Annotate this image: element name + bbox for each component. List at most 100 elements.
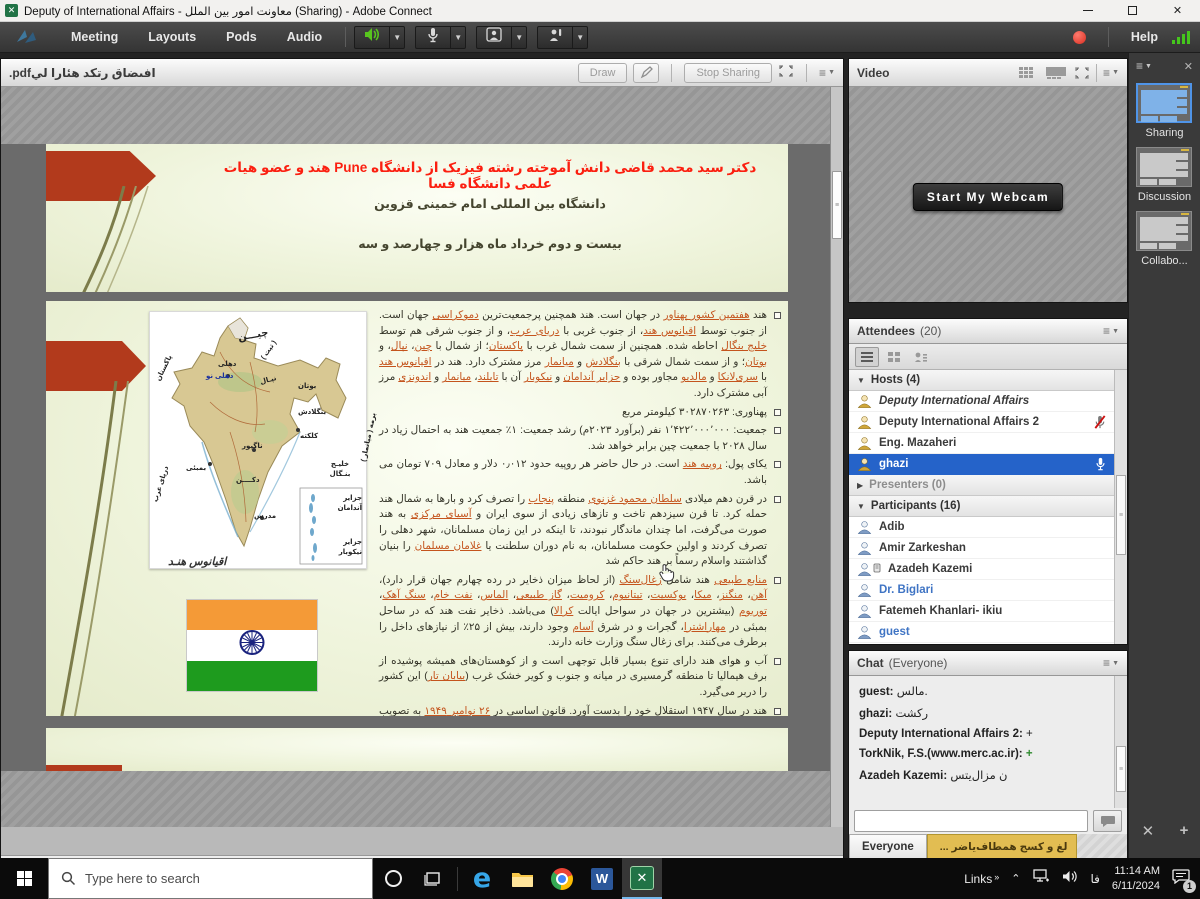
layout-item-sharing[interactable]: Sharing [1136, 83, 1194, 139]
taskbar-search[interactable]: Type here to search [48, 858, 373, 899]
restore-button[interactable] [1110, 0, 1155, 22]
edge-taskbar-icon[interactable]: e [462, 858, 502, 899]
attendee-row[interactable]: Deputy International Affairs 2 [849, 412, 1114, 433]
share-scrollbar[interactable]: ≡ [830, 87, 843, 827]
webcam-dropdown[interactable]: ▼ [512, 26, 527, 49]
video-pod-menu-icon[interactable]: ≡▼ [1103, 66, 1119, 80]
layout-item-collabo[interactable]: Collabo... [1136, 211, 1194, 267]
attendee-row[interactable]: Eng. Mazaheri [849, 433, 1114, 454]
mic-active-icon[interactable] [1095, 457, 1106, 471]
start-webcam-button[interactable]: Start My Webcam [913, 183, 1063, 211]
window-titlebar: ✕ Deputy of International Affairs - معاو… [0, 0, 1200, 22]
filmstrip-view-icon[interactable] [1045, 66, 1067, 80]
help-menu[interactable]: Help [1131, 30, 1158, 44]
attendee-row[interactable]: Fatemeh Khanlari- ikiu [849, 601, 1114, 622]
draw-button[interactable]: Draw [578, 63, 628, 83]
adobe-connect-taskbar-icon[interactable]: ✕ [622, 858, 662, 899]
volume-icon[interactable] [1062, 870, 1078, 888]
rail-add-layout-icon[interactable]: + [1180, 822, 1189, 840]
attendee-row[interactable]: Dr. Biglari [849, 580, 1114, 601]
minimize-button[interactable] [1065, 0, 1110, 22]
menu-meeting[interactable]: Meeting [56, 22, 133, 52]
links-toolbar[interactable]: Links» [964, 872, 999, 886]
close-button[interactable]: ✕ [1155, 0, 1200, 22]
webcam-button[interactable]: ▼ [476, 26, 527, 49]
rail-close-icon[interactable]: ✕ [1184, 60, 1193, 73]
attendee-row[interactable]: guest [849, 622, 1114, 643]
raise-hand-button[interactable]: ▼ [537, 26, 588, 49]
chat-scrollbar-thumb[interactable]: ≡ [1116, 746, 1126, 792]
document-viewport[interactable]: دکتر سید محمد قاضی دانش آموخته رشته فیزی… [1, 144, 830, 771]
grid-view-icon[interactable] [1018, 66, 1038, 80]
share-scrollbar-thumb[interactable]: ≡ [832, 171, 842, 239]
map-label-deccan: دکــــن [236, 476, 260, 484]
microphone-dropdown[interactable]: ▼ [451, 26, 466, 49]
chat-sender: TorkNik, F.S.(www.merc.ac.ir): [859, 748, 1023, 760]
chat-tab-everyone[interactable]: Everyone [849, 834, 927, 858]
word-taskbar-icon[interactable]: W [582, 858, 622, 899]
task-view-button[interactable] [413, 858, 453, 899]
taskbar-clock[interactable]: 11:14 AM 6/11/2024 [1112, 864, 1160, 894]
chat-pod-menu-icon[interactable]: ≡▼ [1103, 656, 1119, 670]
layout-thumbnail[interactable] [1136, 211, 1192, 251]
chat-tab-private[interactable]: ... رضای‌فاطمه جسک و غل [927, 834, 1077, 858]
attendee-row[interactable]: Amir Zarkeshan [849, 538, 1114, 559]
attendees-pod-menu-icon[interactable]: ≡▼ [1103, 324, 1119, 338]
pointer-pen-icon[interactable] [633, 63, 659, 83]
attendees-scrollbar[interactable]: ≡ [1114, 370, 1127, 644]
participant-icon [857, 625, 872, 640]
start-button[interactable] [0, 858, 48, 899]
attendee-row[interactable]: Deputy International Affairs [849, 391, 1114, 412]
raise-hand-dropdown[interactable]: ▼ [573, 26, 588, 49]
microphone-button[interactable]: ▼ [415, 26, 466, 49]
attendee-list-view-icon[interactable] [855, 347, 879, 367]
speech-bubble-icon [1100, 815, 1116, 828]
speaker-button[interactable]: ▼ [354, 26, 405, 49]
cortana-button[interactable] [373, 858, 413, 899]
chat-scope: (Everyone) [889, 656, 948, 670]
video-fullscreen-icon[interactable] [1074, 66, 1090, 80]
hidden-icons-chevron[interactable]: ⌃ [1011, 872, 1020, 885]
speaker-dropdown[interactable]: ▼ [390, 26, 405, 49]
adobe-connect-logo-icon [0, 22, 56, 52]
network-icon[interactable] [1032, 869, 1050, 888]
adobe-connect-window: ✕ Deputy of International Affairs - معاو… [0, 0, 1200, 899]
layout-item-discussion[interactable]: Discussion [1136, 147, 1194, 203]
rail-menu-icon[interactable]: ≡▼ [1136, 59, 1152, 73]
mic-blocked-icon[interactable] [1094, 415, 1106, 430]
menu-pods[interactable]: Pods [211, 22, 272, 52]
layout-thumbnail[interactable] [1136, 147, 1192, 187]
attendee-group-header[interactable]: ▼Hosts (4) [849, 370, 1114, 391]
attendees-scrollbar-thumb[interactable]: ≡ [1116, 475, 1126, 555]
attendee-row[interactable]: Adib [849, 517, 1114, 538]
chat-message-input[interactable] [854, 810, 1088, 832]
language-indicator[interactable]: فا [1090, 872, 1099, 886]
rail-tools-icon[interactable]: ✕ [1142, 822, 1155, 840]
menu-audio[interactable]: Audio [272, 22, 337, 52]
bullet-marker-icon [774, 577, 781, 584]
slide-1: دکتر سید محمد قاضی دانش آموخته رشته فیزی… [46, 144, 788, 292]
file-explorer-taskbar-icon[interactable] [502, 858, 542, 899]
layout-thumbnail[interactable] [1136, 83, 1192, 123]
chrome-taskbar-icon[interactable] [542, 858, 582, 899]
speaker-icon [364, 27, 381, 47]
send-message-button[interactable] [1093, 810, 1122, 832]
attendee-row[interactable]: ghazi [849, 454, 1114, 475]
attendee-group-header[interactable]: ▼Participants (16) [849, 496, 1114, 517]
chat-tabs: Everyone... رضای‌فاطمه جسک و غل [849, 834, 1127, 858]
slide2-bullet: هند هفتمین کشور پهناور در جهان است. هند … [379, 308, 781, 402]
india-map-image [150, 312, 366, 568]
attendee-status-view-icon[interactable] [909, 347, 933, 367]
attendee-name: Eng. Mazaheri [879, 437, 956, 449]
fullscreen-icon[interactable] [778, 64, 794, 81]
stop-sharing-button[interactable]: Stop Sharing [684, 63, 772, 83]
cortana-icon [385, 870, 402, 887]
share-pod-menu-icon[interactable]: ≡▼ [819, 66, 835, 80]
attendee-breakout-view-icon[interactable] [882, 347, 906, 367]
chat-scrollbar[interactable]: ≡ [1114, 676, 1127, 808]
action-center-button[interactable]: 1 [1172, 869, 1190, 889]
menu-layouts[interactable]: Layouts [133, 22, 211, 52]
attendee-row[interactable]: Azadeh Kazemi [849, 559, 1114, 580]
attendee-group-header[interactable]: ▶Presenters (0) [849, 475, 1114, 496]
map-label-indian-ocean: اقیانوس هنـد [168, 555, 226, 568]
